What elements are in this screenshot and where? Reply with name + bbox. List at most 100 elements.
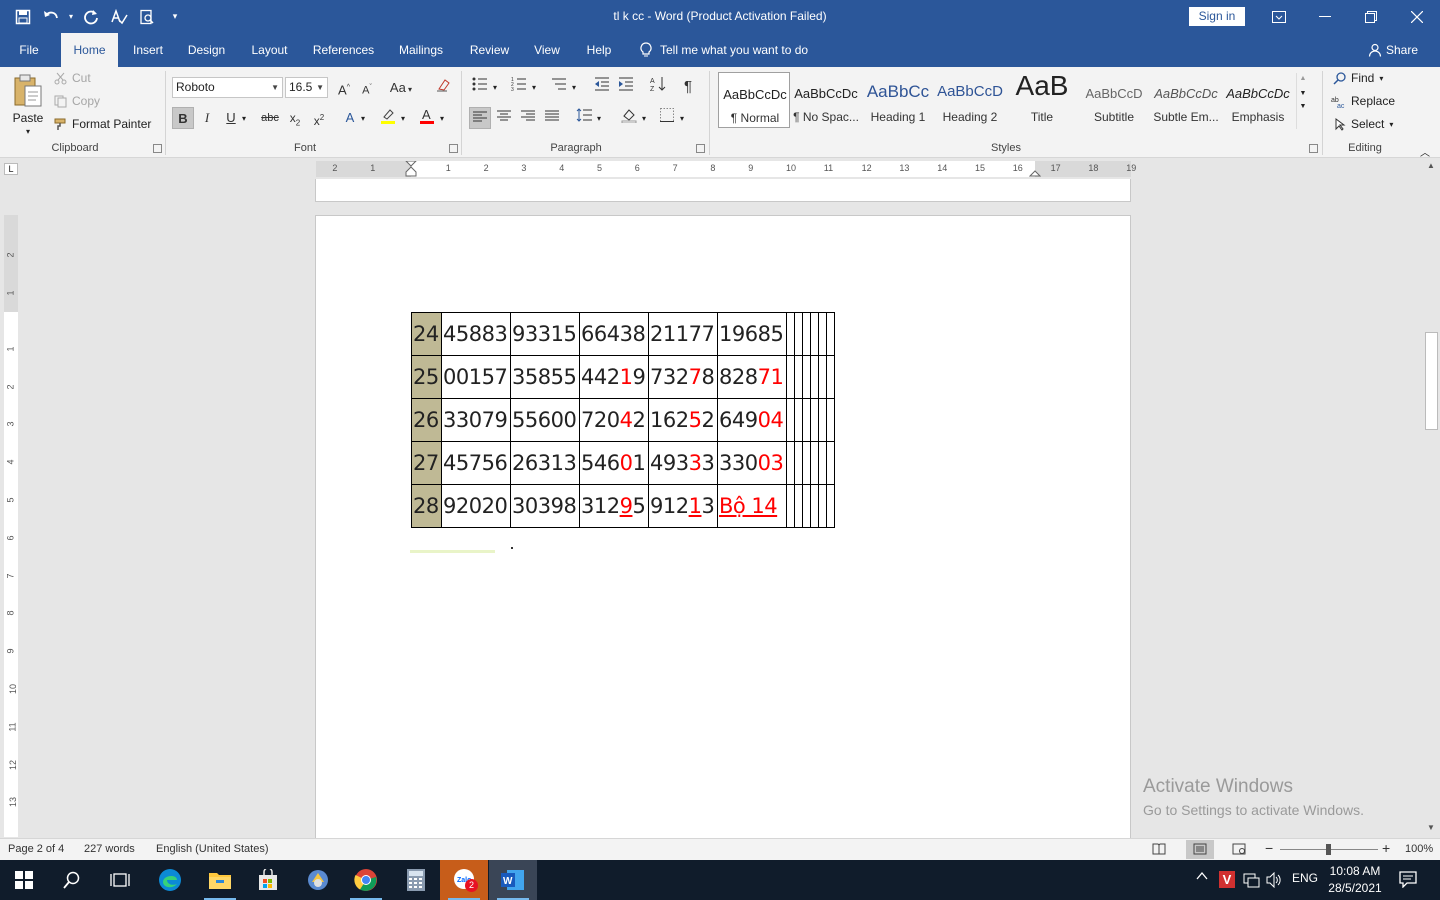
- empty-cell[interactable]: [826, 355, 835, 399]
- table-cell[interactable]: 64904: [717, 398, 787, 442]
- table-cell[interactable]: 26313: [510, 441, 580, 485]
- table-cell[interactable]: 73278: [648, 355, 718, 399]
- strikethrough-button[interactable]: abc: [259, 107, 281, 129]
- table-cell[interactable]: 33079: [441, 398, 511, 442]
- word-count[interactable]: 227 words: [84, 843, 135, 855]
- task-view-icon[interactable]: [96, 860, 144, 900]
- table-cell[interactable]: 49333: [648, 441, 718, 485]
- tell-me-search[interactable]: Tell me what you want to do: [640, 33, 808, 67]
- word-icon[interactable]: W: [489, 860, 537, 900]
- restore-icon[interactable]: [1348, 0, 1394, 33]
- right-indent-marker-icon[interactable]: [1029, 167, 1041, 177]
- font-color-icon[interactable]: A: [416, 107, 438, 129]
- tab-insert[interactable]: Insert: [124, 33, 172, 67]
- tab-view[interactable]: View: [527, 33, 567, 67]
- table-cell[interactable]: 35855: [510, 355, 580, 399]
- read-mode-icon[interactable]: [1152, 843, 1166, 855]
- empty-cell[interactable]: [786, 484, 795, 528]
- empty-cell[interactable]: [786, 441, 795, 485]
- zoom-level[interactable]: 100%: [1405, 843, 1433, 855]
- change-case-icon[interactable]: Aa ▾: [385, 77, 417, 99]
- shading-icon[interactable]: [618, 107, 640, 129]
- empty-cell[interactable]: [810, 484, 819, 528]
- close-icon[interactable]: [1394, 0, 1440, 33]
- empty-cell[interactable]: [818, 398, 827, 442]
- row-number-cell[interactable]: 26: [411, 398, 442, 442]
- empty-cell[interactable]: [794, 441, 803, 485]
- table-cell[interactable]: 30398: [510, 484, 580, 528]
- table-cell[interactable]: 54601: [579, 441, 649, 485]
- empty-cell[interactable]: [802, 398, 811, 442]
- edge-icon[interactable]: [146, 860, 194, 900]
- paste-button[interactable]: Paste ▾: [8, 71, 48, 137]
- row-number-cell[interactable]: 28: [411, 484, 442, 528]
- scroll-up-icon[interactable]: ▲: [1297, 75, 1309, 82]
- line-spacing-dropdown-icon[interactable]: ▾: [597, 114, 601, 123]
- tab-selector[interactable]: L: [4, 163, 18, 175]
- scroll-down-icon[interactable]: ▼: [1427, 823, 1435, 832]
- sign-in-button[interactable]: Sign in: [1189, 7, 1245, 26]
- style-subtitle[interactable]: AaBbCcD Subtitle: [1078, 72, 1150, 128]
- decrease-indent-icon[interactable]: [591, 76, 613, 98]
- style-emphasis[interactable]: AaBbCcDc Emphasis: [1222, 72, 1294, 128]
- style-normal[interactable]: AaBbCcDc ¶ Normal: [718, 72, 790, 128]
- horizontal-ruler[interactable]: 2 1 1 2 3 4 5 6 7 8 9 10 11 12 13 14 15 16 17 18 19: [316, 161, 1136, 177]
- text-effects-dropdown-icon[interactable]: ▾: [361, 114, 365, 123]
- zoom-in-icon[interactable]: +: [1382, 840, 1390, 856]
- empty-cell[interactable]: [802, 484, 811, 528]
- file-explorer-icon[interactable]: [196, 860, 244, 900]
- underline-button[interactable]: U: [220, 107, 242, 129]
- borders-icon[interactable]: [656, 107, 678, 129]
- line-spacing-icon[interactable]: [573, 107, 595, 129]
- font-color-dropdown-icon[interactable]: ▾: [440, 114, 444, 123]
- tab-file[interactable]: File: [8, 33, 50, 67]
- empty-cell[interactable]: [786, 312, 795, 356]
- tab-help[interactable]: Help: [577, 33, 621, 67]
- empty-cell[interactable]: [818, 484, 827, 528]
- network-icon[interactable]: [1243, 872, 1261, 891]
- row-number-cell[interactable]: 24: [411, 312, 442, 356]
- style-heading-1[interactable]: AaBbCc Heading 1: [862, 72, 934, 128]
- search-icon[interactable]: [48, 860, 96, 900]
- windows-start-icon[interactable]: [0, 860, 48, 900]
- empty-cell[interactable]: [794, 398, 803, 442]
- zoom-slider-thumb[interactable]: [1326, 844, 1331, 855]
- borders-dropdown-icon[interactable]: ▾: [680, 114, 684, 123]
- tab-mailings[interactable]: Mailings: [390, 33, 452, 67]
- multilevel-list-icon[interactable]: [548, 76, 570, 98]
- numbering-dropdown-icon[interactable]: ▾: [532, 83, 536, 92]
- table-cell[interactable]: 00157: [441, 355, 511, 399]
- text-effects-icon[interactable]: A: [339, 107, 361, 129]
- clock[interactable]: 10:08 AM 28/5/2021: [1320, 863, 1390, 897]
- table-cell[interactable]: 45756: [441, 441, 511, 485]
- minimize-icon[interactable]: [1302, 0, 1348, 33]
- font-name-box[interactable]: Roboto ▼: [172, 77, 283, 98]
- input-language[interactable]: ENG: [1292, 871, 1318, 885]
- replace-button[interactable]: ab ac Replace: [1331, 94, 1395, 108]
- document-page[interactable]: [315, 215, 1131, 855]
- antivirus-icon[interactable]: V: [1219, 871, 1235, 888]
- ribbon-display-options-icon[interactable]: [1256, 0, 1302, 33]
- empty-cell[interactable]: [826, 484, 835, 528]
- empty-cell[interactable]: [786, 398, 795, 442]
- table-cell[interactable]: 19685: [717, 312, 787, 356]
- app-icon[interactable]: [294, 860, 342, 900]
- print-layout-button[interactable]: [1186, 840, 1214, 859]
- empty-cell[interactable]: [794, 484, 803, 528]
- shrink-font-icon[interactable]: Aˇ: [356, 77, 378, 99]
- underline-dropdown-icon[interactable]: ▾: [242, 114, 246, 123]
- highlight-dropdown-icon[interactable]: ▾: [401, 114, 405, 123]
- store-icon[interactable]: [244, 860, 292, 900]
- row-number-cell[interactable]: 25: [411, 355, 442, 399]
- table-cell[interactable]: 33003: [717, 441, 787, 485]
- zalo-icon[interactable]: Zalo 2: [440, 860, 488, 900]
- empty-cell[interactable]: [810, 355, 819, 399]
- more-styles-icon[interactable]: ▼: [1297, 103, 1309, 110]
- italic-button[interactable]: I: [196, 107, 218, 129]
- web-layout-icon[interactable]: [1232, 843, 1246, 855]
- table-cell[interactable]: 21177: [648, 312, 718, 356]
- tab-home[interactable]: Home: [61, 33, 118, 67]
- tab-design[interactable]: Design: [180, 33, 233, 67]
- table-cell[interactable]: 91213: [648, 484, 718, 528]
- increase-indent-icon[interactable]: [615, 76, 637, 98]
